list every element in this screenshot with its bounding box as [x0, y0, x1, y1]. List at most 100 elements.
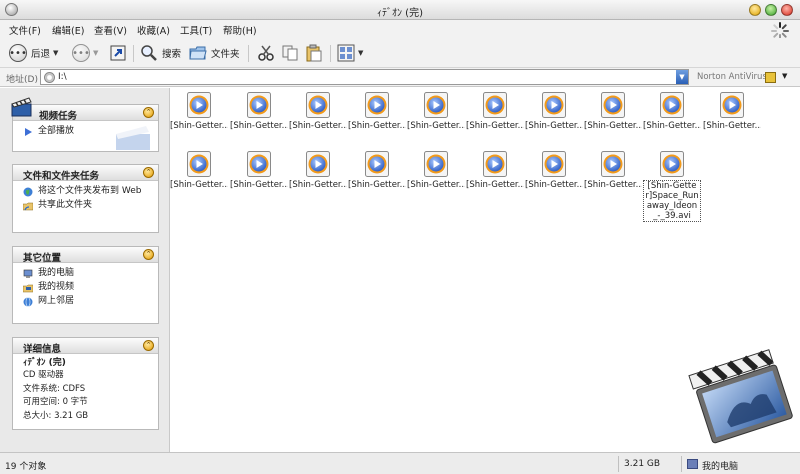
file-name-label: [Shin-Getter... — [584, 180, 642, 190]
video-file-item[interactable]: [Shin-Getter... — [525, 151, 583, 190]
video-file-item[interactable]: [Shin-Getter... — [348, 151, 406, 190]
video-tasks-body: 全部播放 — [13, 121, 158, 150]
address-dropdown-icon[interactable]: ▼ — [676, 70, 688, 84]
file-folder-tasks-panel: 文件和文件夹任务 ⌃ 将这个文件夹发布到 Web 共享此文件夹 — [12, 164, 159, 233]
collapse-chevron-icon[interactable]: ⌃ — [143, 167, 154, 178]
video-file-item[interactable]: [Shin-Getter... — [466, 92, 524, 131]
file-list-view[interactable]: [Shin-Getter... [Shin-Getter... [Shin-Gett… — [170, 88, 800, 452]
title-bar: ｨﾃﾞｵﾝ (完) — [0, 0, 800, 20]
video-file-icon — [601, 151, 625, 177]
folders-button[interactable]: 文件夹 — [189, 43, 240, 63]
video-file-item[interactable]: [Shin-Getter... — [584, 92, 642, 131]
video-file-item[interactable]: [Shin-Getter... — [584, 151, 642, 190]
norton-icon[interactable] — [765, 72, 776, 83]
cut-button[interactable] — [257, 43, 275, 63]
file-name-label: [Shin-Getter... — [348, 180, 406, 190]
video-file-item[interactable]: [Shin-Getter... — [703, 92, 761, 131]
views-button[interactable]: ▼ — [337, 43, 363, 63]
network-places-link[interactable]: 网上邻居 — [23, 296, 150, 307]
file-name-label: [Shin-Getter... — [170, 180, 228, 190]
video-file-icon — [306, 151, 330, 177]
video-file-icon — [365, 92, 389, 118]
file-name-label: [Shin-Getter... — [230, 121, 288, 131]
video-file-icon — [187, 92, 211, 118]
video-tasks-header[interactable]: 视频任务 ⌃ — [11, 97, 158, 122]
file-name-label: [Shin-Getter... — [643, 121, 701, 131]
file-system: 文件系统: CDFS — [23, 383, 86, 394]
other-places-header[interactable]: 其它位置 ⌃ — [13, 247, 158, 264]
other-places-panel: 其它位置 ⌃ 我的电脑 我的视频 网上邻居 — [12, 246, 159, 324]
video-file-icon — [483, 92, 507, 118]
file-name-label: [Shin-Getter... — [703, 121, 761, 131]
video-file-item[interactable]: [Shin-Getter... — [289, 92, 347, 131]
menu-help[interactable]: 帮助(H) — [223, 23, 257, 37]
menu-edit[interactable]: 编辑(E) — [52, 23, 84, 37]
video-file-item[interactable]: [Shin-Getter... — [407, 92, 465, 131]
video-file-icon — [365, 151, 389, 177]
back-dropdown-icon[interactable]: ▼ — [53, 49, 58, 57]
file-name-label: [Shin-Getter... — [525, 180, 583, 190]
file-folder-tasks-header[interactable]: 文件和文件夹任务 ⌃ — [13, 165, 158, 182]
back-button[interactable]: ••• 后退 ▼ — [9, 43, 58, 63]
minimize-button[interactable] — [749, 4, 761, 16]
file-name-label: [Shin-Getter... — [584, 121, 642, 131]
collapse-chevron-icon[interactable]: ⌃ — [143, 107, 154, 118]
maximize-button[interactable] — [765, 4, 777, 16]
norton-dropdown-icon[interactable]: ▼ — [782, 72, 787, 80]
network-icon — [23, 297, 33, 307]
folder-up-icon — [110, 45, 126, 61]
norton-antivirus-label[interactable]: Norton AntiVirus — [697, 72, 767, 82]
video-file-icon — [660, 151, 684, 177]
close-button[interactable] — [781, 4, 793, 16]
forward-button[interactable]: ••• ▼ — [72, 43, 98, 63]
my-computer-link[interactable]: 我的电脑 — [23, 268, 150, 279]
menu-favorites[interactable]: 收藏(A) — [137, 23, 170, 37]
video-tasks-panel: 视频任务 ⌃ 全部播放 — [11, 97, 159, 152]
publish-web-task[interactable]: 将这个文件夹发布到 Web — [23, 186, 150, 197]
video-file-item[interactable]: [Shin-Getter]Space_Runaway_Ideon_-_39.av… — [643, 151, 701, 222]
video-file-item[interactable]: [Shin-Getter... — [348, 92, 406, 131]
toolbar-separator — [133, 45, 134, 62]
menu-file[interactable]: 文件(F) — [9, 23, 41, 37]
paste-button[interactable] — [305, 43, 323, 63]
address-input[interactable]: I:\ ▼ — [40, 69, 689, 85]
videos-icon — [23, 284, 33, 293]
video-file-icon — [720, 92, 744, 118]
video-file-item[interactable]: [Shin-Getter... — [407, 151, 465, 190]
forward-dropdown-icon[interactable]: ▼ — [93, 49, 98, 57]
menu-tools[interactable]: 工具(T) — [180, 23, 212, 37]
video-file-icon — [601, 92, 625, 118]
status-divider — [618, 456, 619, 472]
video-file-item[interactable]: [Shin-Getter... — [230, 92, 288, 131]
video-file-item[interactable]: [Shin-Getter... — [289, 151, 347, 190]
up-button[interactable] — [109, 43, 127, 63]
clapperboard-watermark-icon — [688, 349, 793, 444]
my-videos-link[interactable]: 我的视频 — [23, 282, 150, 293]
back-arrow-icon: ••• — [9, 44, 27, 62]
folders-label: 文件夹 — [211, 49, 240, 60]
video-file-item[interactable]: [Shin-Getter... — [525, 92, 583, 131]
search-button[interactable]: 搜索 — [140, 43, 181, 63]
address-label: 地址(D) — [6, 75, 38, 85]
menu-view[interactable]: 查看(V) — [94, 23, 127, 37]
video-file-icon — [424, 151, 448, 177]
video-file-item[interactable]: [Shin-Getter... — [230, 151, 288, 190]
share-folder-task[interactable]: 共享此文件夹 — [23, 200, 150, 211]
collapse-chevron-icon[interactable]: ⌃ — [143, 249, 154, 260]
video-file-item[interactable]: [Shin-Getter... — [466, 151, 524, 190]
drive-type: CD 驱动器 — [23, 370, 64, 380]
video-file-icon — [424, 92, 448, 118]
toolbar-separator — [330, 45, 331, 62]
collapse-chevron-icon[interactable]: ⌃ — [143, 340, 154, 351]
views-dropdown-icon[interactable]: ▼ — [358, 49, 363, 57]
task-pane: 视频任务 ⌃ 全部播放 文件和文件夹任务 ⌃ 将这个文件夹发布到 Web 共享此… — [0, 88, 170, 452]
video-file-item[interactable]: [Shin-Getter... — [170, 92, 228, 131]
video-file-item[interactable]: [Shin-Getter... — [643, 92, 701, 131]
globe-icon — [23, 187, 33, 197]
search-label: 搜索 — [162, 49, 182, 60]
details-header[interactable]: 详细信息 ⌃ — [13, 338, 158, 355]
video-file-item[interactable]: [Shin-Getter... — [170, 151, 228, 190]
free-space: 可用空间: 0 字节 — [23, 397, 88, 407]
window-title: ｨﾃﾞｵﾝ (完) — [377, 8, 423, 19]
copy-button[interactable] — [281, 43, 299, 63]
